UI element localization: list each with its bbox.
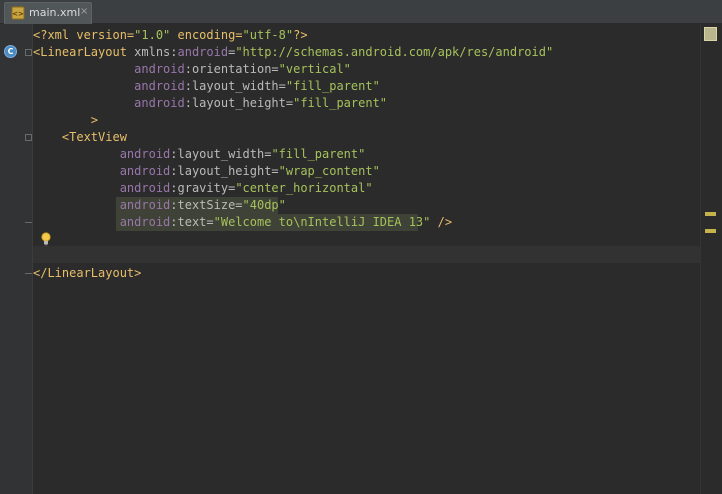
code-token: :text= [170, 215, 214, 229]
tab-main-xml[interactable]: <> main.xml × [4, 2, 92, 24]
xml-file-icon: <> [11, 6, 25, 20]
fold-toggle-linearlayout[interactable] [25, 49, 32, 56]
code-token: android [119, 147, 171, 161]
code-token: android [134, 96, 185, 110]
svg-text:<>: <> [12, 10, 24, 18]
fold-toggle-textview[interactable] [25, 134, 32, 141]
code-token: android [119, 181, 171, 195]
code-token: :textSize= [170, 198, 243, 212]
code-line[interactable]: <TextView [33, 129, 553, 146]
code-editor[interactable]: <?xml version="1.0" encoding="utf-8"?> <L… [33, 27, 553, 282]
code-line[interactable]: android:gravity="center_horizontal" [33, 180, 553, 197]
code-token: <TextView [33, 130, 127, 144]
code-token: :layout_height= [170, 164, 279, 178]
code-token: :layout_width= [184, 79, 286, 93]
code-token: "40dp" [242, 198, 286, 212]
code-token: "fill_parent" [293, 96, 388, 110]
code-token: xmlns: [126, 45, 178, 59]
code-line[interactable]: </LinearLayout> [33, 265, 553, 282]
code-token: "center_horizontal" [235, 181, 373, 195]
code-token: /> [430, 215, 453, 229]
code-token: "vertical" [278, 62, 351, 76]
code-token: android [119, 198, 171, 212]
code-token: "http://schemas.android.com/apk/res/andr… [235, 45, 554, 59]
code-token: :orientation= [184, 62, 279, 76]
code-token: encoding= [170, 28, 243, 42]
code-token: "fill_parent" [285, 79, 380, 93]
error-stripe[interactable] [700, 24, 722, 494]
code-token: android [119, 164, 171, 178]
code-token: android [177, 45, 229, 59]
fold-end-linearlayout[interactable] [25, 270, 32, 277]
code-line[interactable] [33, 248, 553, 265]
editor-gutter[interactable] [0, 24, 33, 494]
code-line[interactable]: android:orientation="vertical" [33, 61, 553, 78]
close-icon[interactable]: × [80, 6, 90, 18]
code-token: android [134, 62, 185, 76]
code-token: :layout_height= [184, 96, 294, 110]
code-line[interactable]: android:layout_width="fill_parent" [33, 78, 553, 95]
code-line[interactable]: <LinearLayout xmlns:android="http://sche… [33, 44, 553, 61]
code-token: :gravity= [170, 181, 236, 195]
editor-tab-bar: <> main.xml × [0, 0, 722, 24]
code-token: android [134, 79, 185, 93]
editor-window: <> main.xml × C <?xml version="1.0" enco… [0, 0, 722, 494]
code-token: </LinearLayout> [33, 266, 142, 280]
code-line[interactable] [33, 231, 553, 248]
tab-label: main.xml [29, 6, 81, 19]
code-token: "wrap_content" [278, 164, 380, 178]
code-token: "utf-8" [242, 28, 294, 42]
warning-marker[interactable] [705, 229, 716, 233]
code-line[interactable]: android:layout_height="wrap_content" [33, 163, 553, 180]
code-token: <?xml version= [33, 28, 135, 42]
code-token: "fill_parent" [271, 147, 366, 161]
class-marker-icon[interactable]: C [4, 45, 17, 58]
inspection-status-icon[interactable] [704, 27, 717, 41]
code-token: <LinearLayout [33, 45, 127, 59]
code-token: android [119, 215, 171, 229]
warning-marker[interactable] [705, 212, 716, 216]
code-token: "1.0" [134, 28, 171, 42]
code-token: > [33, 113, 99, 127]
code-line[interactable]: android:layout_width="fill_parent" [33, 146, 553, 163]
fold-end-textview[interactable] [25, 219, 32, 226]
code-line[interactable]: > [33, 112, 553, 129]
code-line[interactable]: android:textSize="40dp" [33, 197, 553, 214]
code-token: ?> [293, 28, 308, 42]
code-token: :layout_width= [170, 147, 272, 161]
code-line[interactable]: android:layout_height="fill_parent" [33, 95, 553, 112]
code-line[interactable]: <?xml version="1.0" encoding="utf-8"?> [33, 27, 553, 44]
code-token: "Welcome to\nIntelliJ IDEA 13" [213, 215, 431, 229]
code-line[interactable]: android:text="Welcome to\nIntelliJ IDEA … [33, 214, 553, 231]
